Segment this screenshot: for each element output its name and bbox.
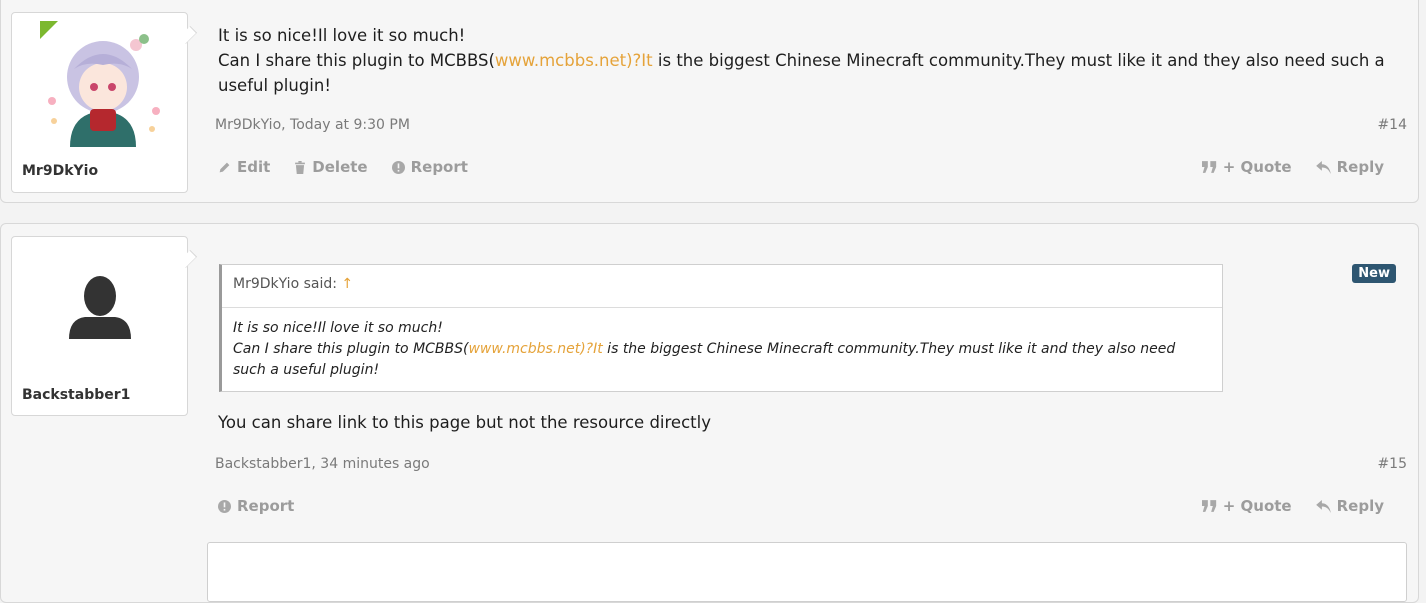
- avatar[interactable]: [40, 21, 166, 147]
- quote-line: It is so nice!Il love it so much!: [233, 320, 443, 336]
- reply-icon: [1315, 160, 1331, 174]
- message-line: It is so nice!Il love it so much!: [218, 26, 466, 45]
- reply-label: Reply: [1336, 158, 1384, 176]
- quote-line: Can I share this plugin to MCBBS(www.mcb…: [233, 339, 1211, 381]
- user-block: Backstabber1: [11, 236, 198, 416]
- quick-reply-editor[interactable]: [207, 542, 1407, 602]
- post-actions-left: Report: [218, 497, 294, 515]
- quote-icon: [1201, 161, 1216, 173]
- quote-author: Mr9DkYio said:: [233, 276, 337, 292]
- quote-button[interactable]: + Quote: [1201, 497, 1292, 515]
- quote-header: Mr9DkYio said: ↑: [222, 265, 1222, 308]
- quote-body: It is so nice!Il love it so much! Can I …: [222, 308, 1222, 393]
- message-body: You can share link to this page but not …: [218, 413, 711, 432]
- post-meta[interactable]: Backstabber1, 34 minutes ago: [215, 456, 430, 472]
- quote-button[interactable]: + Quote: [1201, 158, 1292, 176]
- speech-arrow: [178, 249, 198, 269]
- user-silhouette-icon[interactable]: [67, 275, 133, 341]
- user-block: Mr9DkYio: [11, 12, 198, 193]
- quote-label: + Quote: [1222, 158, 1292, 176]
- delete-button[interactable]: Delete: [294, 158, 368, 176]
- mcbbs-link[interactable]: www.mcbbs.net)?It: [495, 51, 653, 70]
- message-text: Can I share this plugin to MCBBS(: [218, 51, 495, 70]
- edit-button[interactable]: Edit: [218, 158, 270, 176]
- message-line: Can I share this plugin to MCBBS(www.mcb…: [218, 48, 1398, 98]
- go-to-quote-arrow-icon[interactable]: ↑: [341, 276, 353, 292]
- post-meta[interactable]: Mr9DkYio, Today at 9:30 PM: [215, 117, 410, 133]
- quote-label: + Quote: [1222, 497, 1292, 515]
- report-icon: [218, 499, 231, 513]
- message-body: It is so nice!Il love it so much! Can I …: [218, 23, 1398, 98]
- edit-label: Edit: [237, 158, 271, 176]
- post-number[interactable]: #15: [1377, 456, 1407, 472]
- reply-icon: [1315, 499, 1331, 513]
- post-actions-right: + Quote Reply: [1201, 158, 1384, 176]
- quote-text: Can I share this plugin to MCBBS(: [233, 341, 469, 357]
- delete-label: Delete: [312, 158, 368, 176]
- new-badge: New: [1352, 264, 1396, 283]
- report-icon: [391, 160, 405, 174]
- username[interactable]: Backstabber1: [22, 387, 130, 403]
- report-label: Report: [410, 158, 468, 176]
- reply-button[interactable]: Reply: [1315, 497, 1384, 515]
- pencil-icon: [219, 162, 230, 172]
- report-button[interactable]: Report: [218, 497, 294, 515]
- reply-button[interactable]: Reply: [1315, 158, 1384, 176]
- post-actions-right: + Quote Reply: [1201, 497, 1384, 515]
- post-actions-left: Edit Delete Report: [218, 158, 468, 176]
- trash-icon: [295, 160, 306, 174]
- report-button[interactable]: Report: [391, 158, 468, 176]
- post-14: Mr9DkYio It is so nice!Il love it so muc…: [0, 0, 1419, 203]
- reply-label: Reply: [1336, 497, 1384, 515]
- quote-icon: [1201, 500, 1216, 512]
- quote-block: Mr9DkYio said: ↑ It is so nice!Il love i…: [219, 264, 1223, 392]
- username[interactable]: Mr9DkYio: [22, 163, 98, 179]
- speech-arrow: [178, 25, 198, 45]
- mcbbs-link[interactable]: www.mcbbs.net)?It: [468, 341, 602, 357]
- post-number[interactable]: #14: [1377, 117, 1407, 133]
- report-label: Report: [237, 497, 295, 515]
